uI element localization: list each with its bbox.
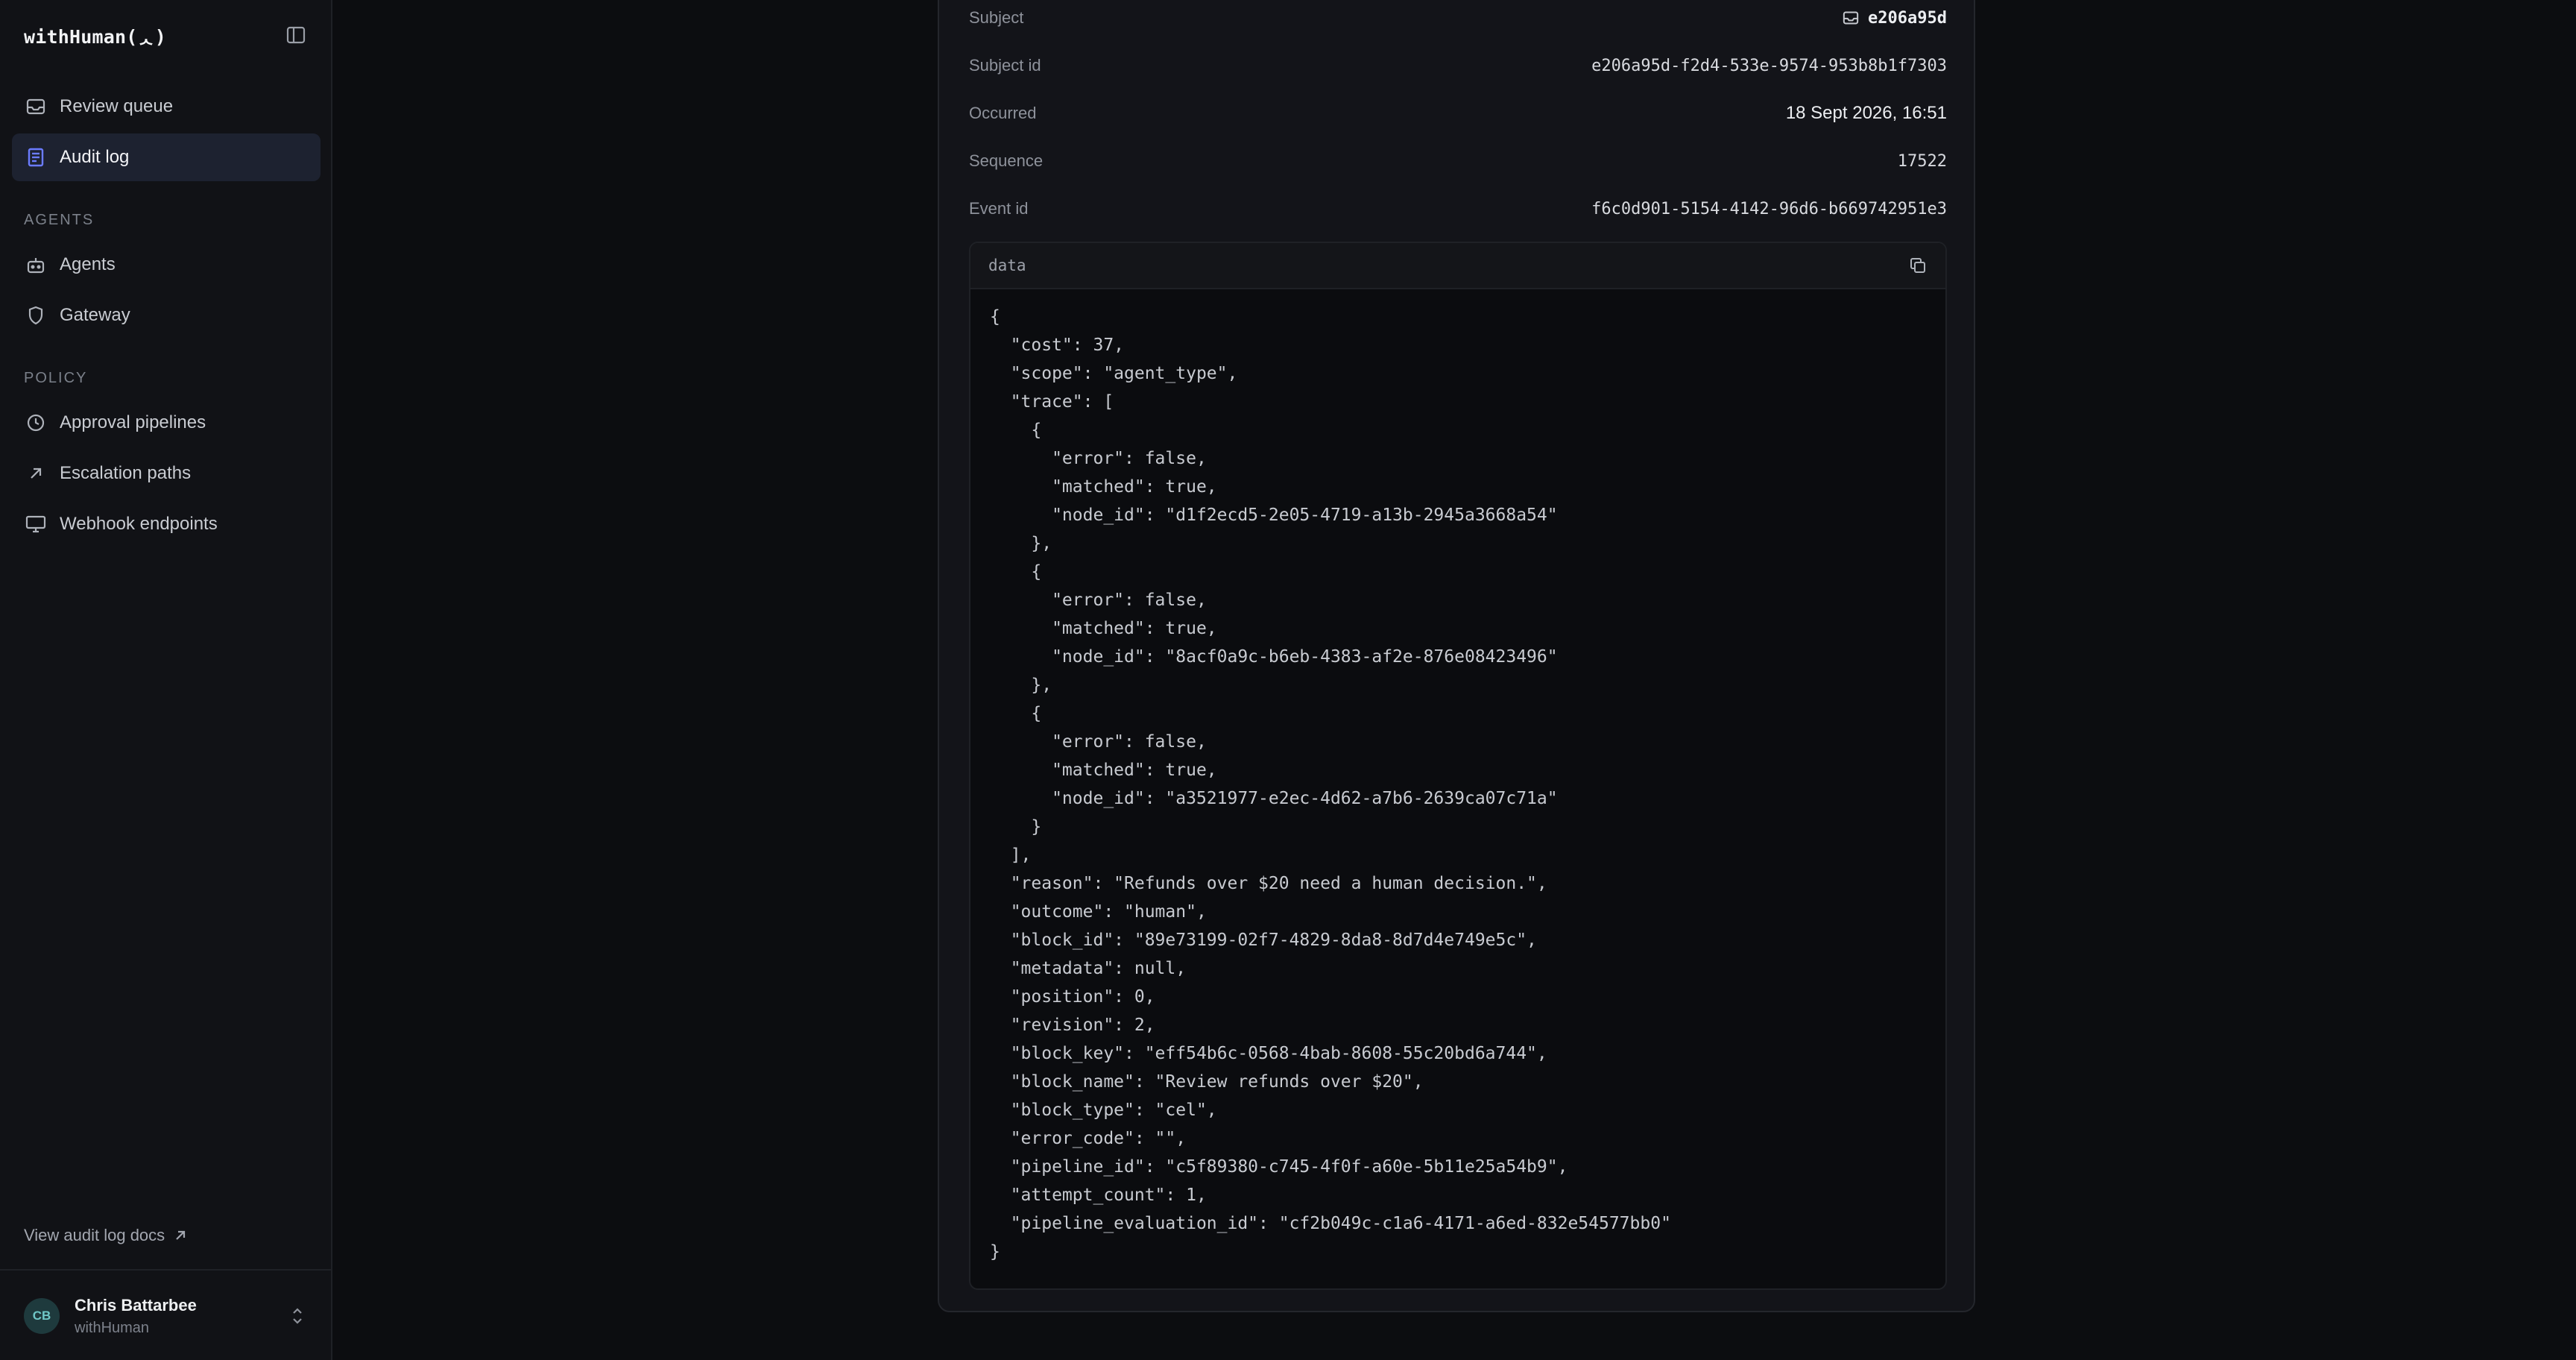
sidebar-item-label: Audit log [60, 147, 130, 167]
inbox-icon [1843, 11, 1859, 25]
sidebar-item-label: Escalation paths [60, 463, 192, 483]
copy-icon [1910, 258, 1925, 273]
view-audit-log-docs-link[interactable]: View audit log docs [24, 1226, 187, 1245]
brand-logo[interactable]: withHuman(ᆺ) [24, 22, 166, 49]
copy-button[interactable] [1907, 254, 1929, 277]
sidebar-item-escalation-paths[interactable]: Escalation paths [12, 450, 321, 497]
sidebar-item-label: Approval pipelines [60, 412, 206, 432]
section-label-agents: AGENTS [24, 212, 95, 228]
json-code-block[interactable]: { "cost": 37, "scope": "agent_type", "tr… [970, 289, 1945, 1279]
sidebar-divider [0, 1269, 332, 1271]
sidebar-item-audit-log[interactable]: Audit log [12, 133, 321, 181]
monitor-icon [12, 500, 60, 548]
subject-id-label: Subject id [969, 56, 1041, 75]
sidebar-item-label: Webhook endpoints [60, 514, 218, 534]
docs-link-label: View audit log docs [24, 1226, 165, 1244]
user-org: withHuman [75, 1319, 150, 1336]
section-label-policy: POLICY [24, 370, 88, 386]
arrow-up-right-icon [12, 450, 60, 497]
subject-row: Subject e206a95d [969, 3, 1947, 33]
subject-id-row: Subject id e206a95d-f2d4-533e-9574-953b8… [969, 51, 1947, 81]
occurred-row: Occurred 18 Sept 2026, 16:51 [969, 98, 1947, 128]
sequence-label: Sequence [969, 151, 1044, 170]
event-id-value: f6c0d901-5154-4142-96d6-b669742951e3 [1591, 199, 1947, 218]
sidebar-item-webhook-endpoints[interactable]: Webhook endpoints [12, 500, 321, 548]
bot-icon [12, 241, 60, 289]
shield-icon [12, 292, 60, 339]
subject-value-link[interactable]: e206a95d [1868, 9, 1947, 28]
sidebar-toggle-icon [286, 26, 306, 44]
event-detail-panel: Subject e206a95d Subject id e206a95d-f2d… [938, 0, 1975, 1312]
sidebar-item-label: Gateway [60, 305, 130, 325]
event-id-label: Event id [969, 199, 1029, 218]
data-box-header: data [970, 243, 1945, 289]
user-name: Chris Battarbee [75, 1295, 197, 1315]
event-id-row: Event id f6c0d901-5154-4142-96d6-b669742… [969, 194, 1947, 224]
occurred-label: Occurred [969, 104, 1037, 122]
data-json-box: data { "cost": 37, "scope": "agent_type"… [969, 242, 1947, 1290]
clock-icon [12, 399, 60, 447]
sidebar-item-review-queue[interactable]: Review queue [12, 83, 321, 130]
chevrons-up-down-icon [286, 1306, 309, 1326]
app-root: withHuman(ᆺ) Review queue Audit log AGEN… [0, 0, 2576, 1360]
user-menu[interactable]: CB Chris Battarbee withHuman [24, 1293, 309, 1339]
sidebar-item-agents[interactable]: Agents [12, 241, 321, 289]
sidebar-item-approval-pipelines[interactable]: Approval pipelines [12, 399, 321, 447]
data-box-title: data [988, 256, 1026, 274]
sequence-row: Sequence 17522 [969, 146, 1947, 176]
arrow-up-right-icon [176, 1230, 186, 1240]
avatar: CB [24, 1298, 60, 1334]
sidebar: withHuman(ᆺ) Review queue Audit log AGEN… [0, 0, 332, 1360]
sequence-value: 17522 [1897, 151, 1947, 171]
inbox-icon [12, 83, 60, 130]
document-icon [12, 133, 60, 181]
subject-label: Subject [969, 8, 1024, 27]
occurred-value: 18 Sept 2026, 16:51 [1785, 103, 1947, 123]
sidebar-item-label: Review queue [60, 96, 174, 116]
sidebar-toggle-button[interactable] [285, 24, 307, 46]
sidebar-item-label: Agents [60, 254, 116, 274]
subject-id-value: e206a95d-f2d4-533e-9574-953b8b1f7303 [1591, 56, 1947, 75]
sidebar-item-gateway[interactable]: Gateway [12, 292, 321, 339]
